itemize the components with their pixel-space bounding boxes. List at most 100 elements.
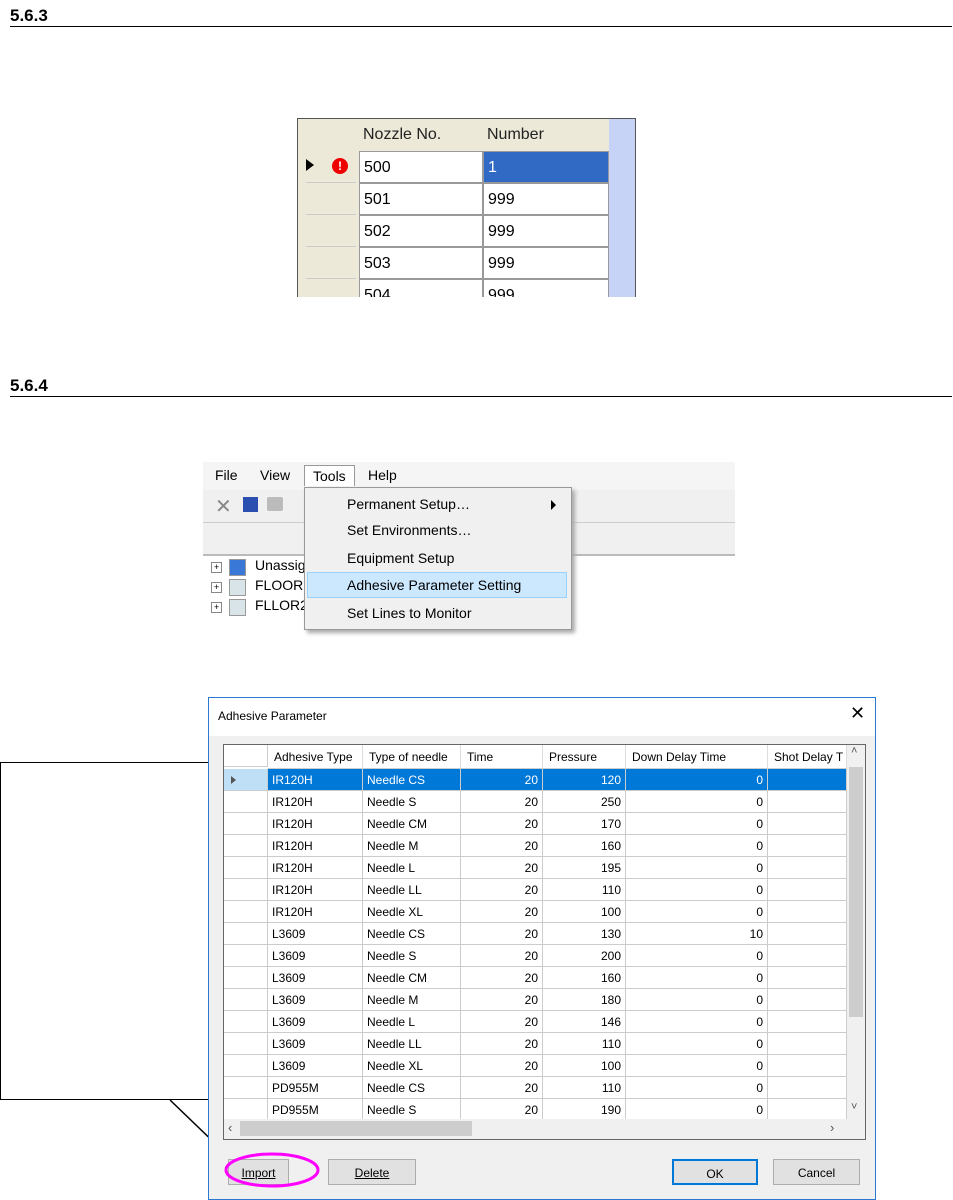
grid-cell[interactable] bbox=[768, 791, 847, 813]
grid-cell[interactable] bbox=[768, 967, 847, 989]
grid-cell[interactable]: IR120H bbox=[268, 835, 363, 857]
row-header[interactable] bbox=[224, 879, 268, 901]
grid-cell[interactable] bbox=[768, 901, 847, 923]
grid-cell[interactable]: IR120H bbox=[268, 769, 363, 791]
grid-cell[interactable]: 110 bbox=[543, 1033, 626, 1055]
grid-cell[interactable]: IR120H bbox=[268, 901, 363, 923]
grid-cell[interactable]: 130 bbox=[543, 923, 626, 945]
grid-cell[interactable] bbox=[768, 835, 847, 857]
grid-cell[interactable]: 20 bbox=[461, 769, 543, 791]
horizontal-scrollbar[interactable]: ‹ › bbox=[224, 1119, 865, 1139]
row-header[interactable] bbox=[224, 813, 268, 835]
parameter-grid[interactable]: Adhesive Type Type of needle Time Pressure D… bbox=[223, 744, 866, 1140]
row-header[interactable] bbox=[224, 945, 268, 967]
grid-cell[interactable]: 0 bbox=[626, 989, 768, 1011]
grid-cell[interactable]: PD955M bbox=[268, 1077, 363, 1099]
grid-cell[interactable]: 0 bbox=[626, 1033, 768, 1055]
grid-cell[interactable]: 20 bbox=[461, 1011, 543, 1033]
row-header[interactable] bbox=[224, 989, 268, 1011]
grid-cell[interactable]: L3609 bbox=[268, 989, 363, 1011]
grid-cell[interactable]: 200 bbox=[543, 945, 626, 967]
grid-cell[interactable]: 180 bbox=[543, 989, 626, 1011]
grid-cell[interactable]: Needle CM bbox=[363, 967, 461, 989]
grid-cell[interactable]: 0 bbox=[626, 967, 768, 989]
column-header[interactable]: Down Delay Time bbox=[626, 745, 768, 769]
column-header[interactable]: Type of needle bbox=[363, 745, 461, 769]
grid-cell[interactable]: 20 bbox=[461, 1099, 543, 1121]
grid-cell[interactable]: Needle CM bbox=[363, 813, 461, 835]
grid-cell[interactable]: IR120H bbox=[268, 813, 363, 835]
row-header[interactable] bbox=[224, 835, 268, 857]
row-header[interactable] bbox=[224, 857, 268, 879]
grid-cell[interactable]: 120 bbox=[543, 769, 626, 791]
grid-cell[interactable]: IR120H bbox=[268, 857, 363, 879]
menu-tools[interactable]: Tools bbox=[304, 465, 355, 486]
grid-cell[interactable]: 110 bbox=[543, 1077, 626, 1099]
grid-cell[interactable] bbox=[768, 769, 847, 791]
column-header[interactable]: Pressure bbox=[543, 745, 626, 769]
grid-cell[interactable]: 0 bbox=[626, 813, 768, 835]
grid-cell[interactable]: Needle L bbox=[363, 857, 461, 879]
grid-cell[interactable]: Needle S bbox=[363, 945, 461, 967]
grid-cell[interactable] bbox=[768, 1033, 847, 1055]
grid-cell[interactable] bbox=[768, 1099, 847, 1121]
grid-cell[interactable] bbox=[768, 1077, 847, 1099]
grid-cell[interactable]: 0 bbox=[626, 879, 768, 901]
grid-cell[interactable]: Needle LL bbox=[363, 879, 461, 901]
grid-cell[interactable]: PD955M bbox=[268, 1099, 363, 1121]
grid-cell[interactable]: 20 bbox=[461, 835, 543, 857]
row-header[interactable] bbox=[224, 1099, 268, 1121]
grid-cell[interactable]: Needle L bbox=[363, 1011, 461, 1033]
grid-cell[interactable]: 0 bbox=[626, 769, 768, 791]
grid-cell[interactable]: Needle XL bbox=[363, 901, 461, 923]
ok-button[interactable]: OK bbox=[672, 1159, 758, 1185]
grid-cell[interactable]: Needle M bbox=[363, 835, 461, 857]
vertical-scrollbar[interactable]: ˄ ˅ bbox=[847, 745, 865, 1119]
column-header[interactable]: Adhesive Type bbox=[268, 745, 363, 769]
grid-cell[interactable]: Needle CS bbox=[363, 769, 461, 791]
grid-cell[interactable]: 0 bbox=[626, 835, 768, 857]
grid-cell[interactable]: 20 bbox=[461, 989, 543, 1011]
grid-cell[interactable]: 0 bbox=[626, 791, 768, 813]
grid-cell[interactable]: L3609 bbox=[268, 923, 363, 945]
grid-cell[interactable]: 146 bbox=[543, 1011, 626, 1033]
grid-cell[interactable]: 0 bbox=[626, 901, 768, 923]
grid-cell[interactable]: L3609 bbox=[268, 1011, 363, 1033]
grid-cell[interactable]: Needle S bbox=[363, 791, 461, 813]
grid-cell[interactable]: 100 bbox=[543, 901, 626, 923]
grid-cell[interactable]: 160 bbox=[543, 835, 626, 857]
row-header[interactable] bbox=[224, 1033, 268, 1055]
close-icon[interactable]: ✕ bbox=[850, 703, 865, 724]
grid-cell[interactable]: 100 bbox=[543, 1055, 626, 1077]
grid-cell[interactable] bbox=[768, 1011, 847, 1033]
grid-cell[interactable]: 20 bbox=[461, 945, 543, 967]
grid-cell[interactable] bbox=[768, 989, 847, 1011]
grid-cell[interactable]: 0 bbox=[626, 1077, 768, 1099]
delete-button[interactable]: Delete bbox=[328, 1159, 416, 1185]
grid-cell[interactable]: 10 bbox=[626, 923, 768, 945]
grid-cell[interactable]: 20 bbox=[461, 1055, 543, 1077]
grid-cell[interactable]: 20 bbox=[461, 879, 543, 901]
grid-cell[interactable]: 195 bbox=[543, 857, 626, 879]
grid-cell[interactable]: 170 bbox=[543, 813, 626, 835]
scroll-down-icon[interactable]: ˅ bbox=[851, 1101, 857, 1113]
grid-cell[interactable] bbox=[768, 923, 847, 945]
grid-cell[interactable]: Needle M bbox=[363, 989, 461, 1011]
scroll-thumb[interactable] bbox=[849, 767, 863, 1017]
grid-cell[interactable]: 20 bbox=[461, 923, 543, 945]
grid-cell[interactable] bbox=[768, 813, 847, 835]
grid-cell[interactable]: 20 bbox=[461, 967, 543, 989]
scroll-up-icon[interactable]: ˄ bbox=[851, 745, 857, 757]
column-header[interactable]: Time bbox=[461, 745, 543, 769]
row-header[interactable] bbox=[224, 791, 268, 813]
scroll-right-icon[interactable]: › bbox=[830, 1120, 834, 1135]
grid-cell[interactable]: Needle LL bbox=[363, 1033, 461, 1055]
grid-cell[interactable]: Needle XL bbox=[363, 1055, 461, 1077]
row-header[interactable] bbox=[224, 1011, 268, 1033]
column-header[interactable]: Shot Delay T bbox=[768, 745, 847, 769]
row-header[interactable] bbox=[224, 967, 268, 989]
grid-cell[interactable] bbox=[768, 879, 847, 901]
scroll-thumb[interactable] bbox=[240, 1121, 472, 1136]
grid-cell[interactable]: IR120H bbox=[268, 791, 363, 813]
grid-cell[interactable] bbox=[768, 857, 847, 879]
